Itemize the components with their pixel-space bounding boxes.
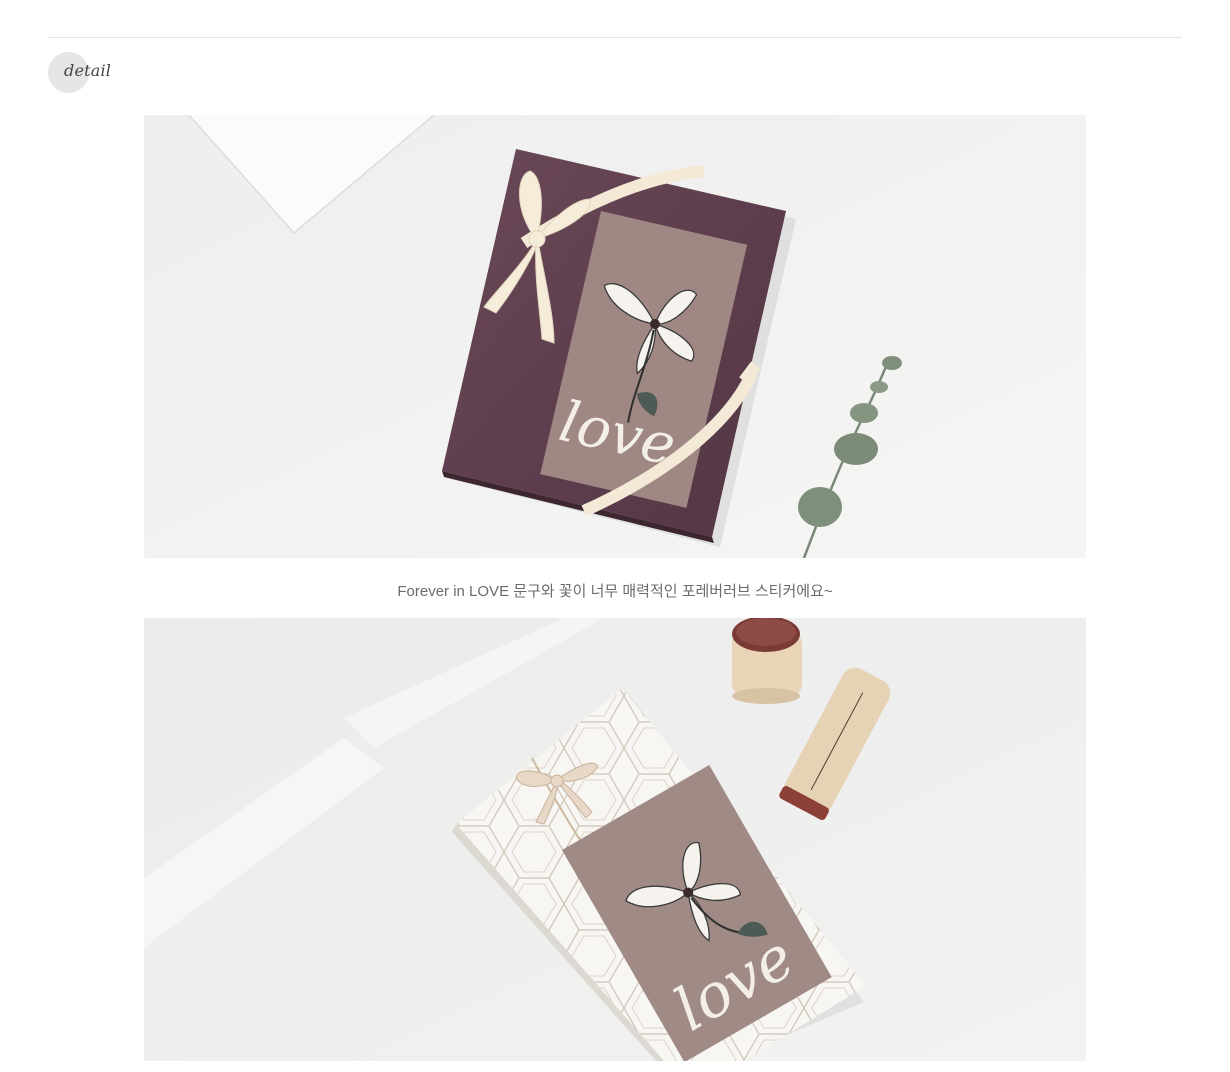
top-divider [48, 37, 1182, 38]
product-photo-purple-gift: love [144, 115, 1086, 558]
product-photo-white-gift: love [144, 618, 1086, 1061]
section-label: detail [64, 61, 112, 80]
rubber-stamp-top [732, 618, 802, 704]
photo-caption: Forever in LOVE 문구와 꽃이 너무 매력적인 포레버러브 스티커… [397, 583, 833, 600]
